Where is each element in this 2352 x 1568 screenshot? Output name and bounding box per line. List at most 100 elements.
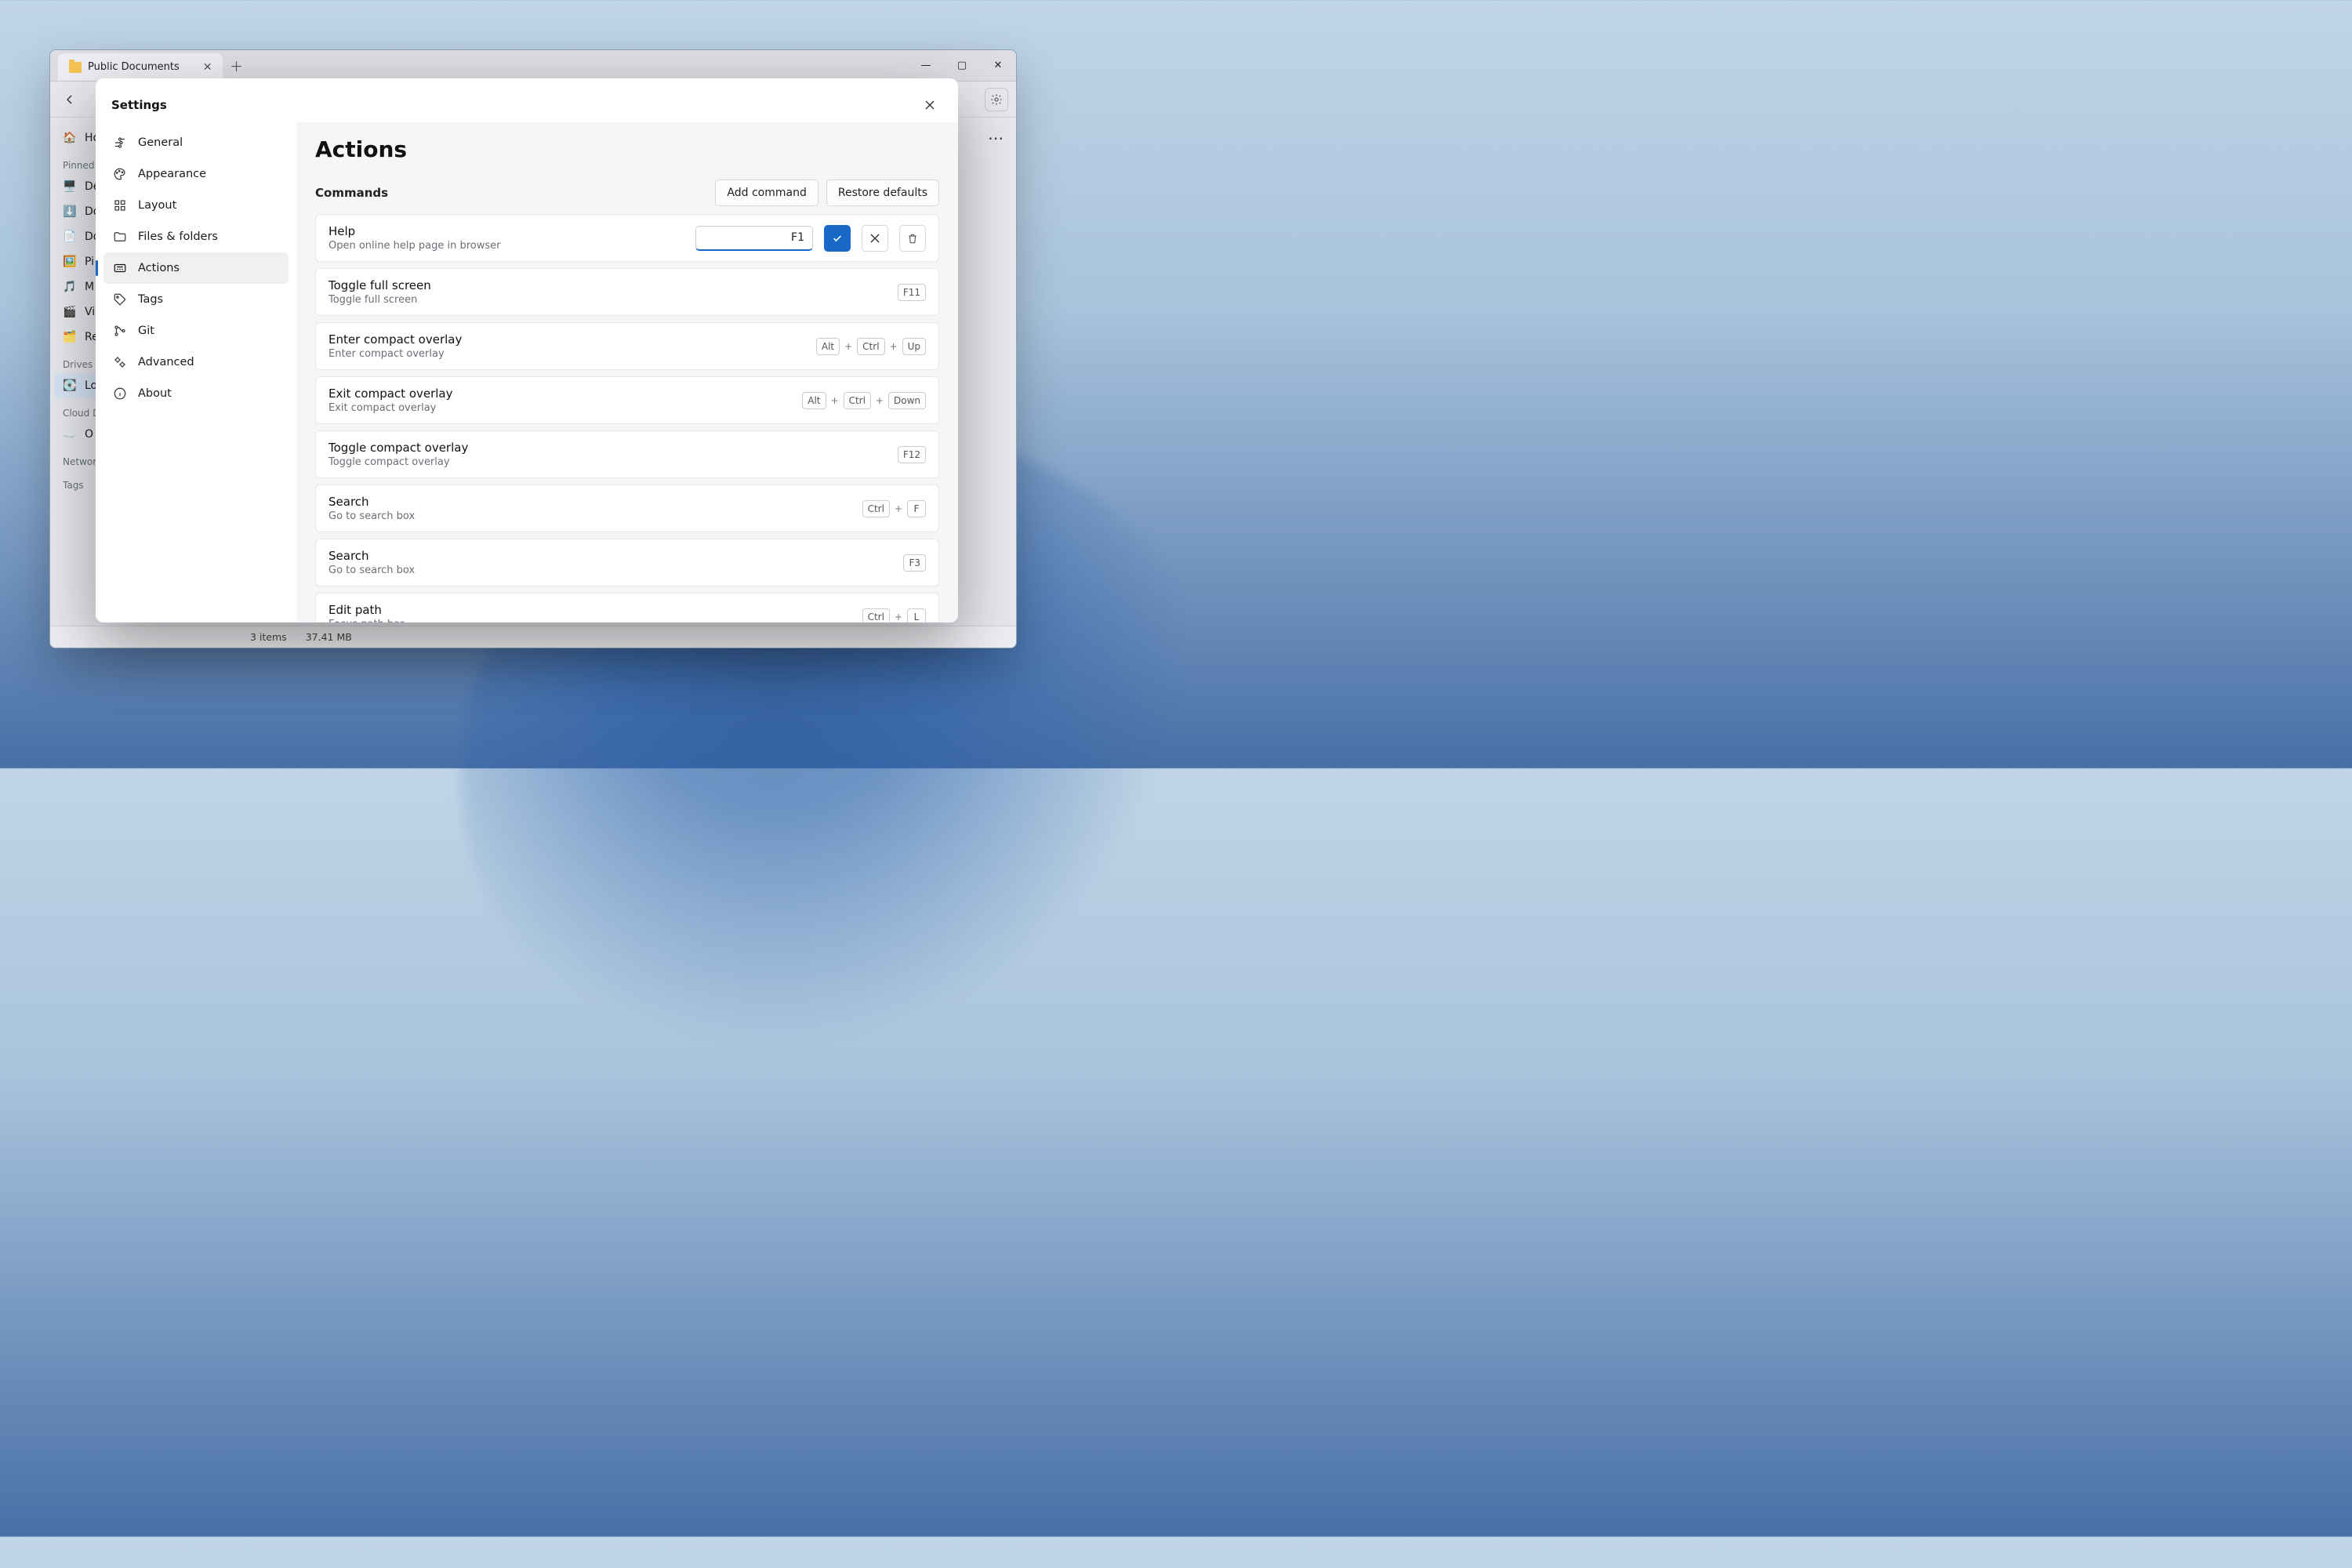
shortcut-keys: F3: [903, 554, 926, 572]
nav-item-advanced[interactable]: Advanced: [103, 347, 289, 378]
nav-item-git[interactable]: Git: [103, 315, 289, 347]
pinned-item-icon: 🎵: [63, 280, 77, 294]
command-desc: Enter compact overlay: [328, 348, 805, 360]
key-badge: Up: [902, 338, 926, 355]
advanced-icon: [113, 355, 127, 369]
command-row[interactable]: SearchGo to search boxF3: [315, 539, 939, 586]
titlebar: Public Documents ✕ ＋ — ▢ ✕: [50, 50, 1016, 82]
command-row[interactable]: Toggle compact overlayToggle compact ove…: [315, 430, 939, 478]
pinned-item-icon: 🗂️: [63, 330, 77, 344]
key-badge: F: [907, 500, 926, 517]
nav-item-general[interactable]: General: [103, 127, 289, 158]
new-tab-button[interactable]: ＋: [223, 50, 249, 81]
nav-item-label: Files & folders: [138, 230, 218, 243]
key-badge: F3: [903, 554, 926, 572]
status-bar: 3 items 37.41 MB: [50, 626, 1016, 648]
key-badge: Ctrl: [862, 608, 890, 623]
appearance-icon: [113, 167, 127, 181]
key-badge: Ctrl: [857, 338, 884, 355]
command-title: Enter compact overlay: [328, 332, 805, 347]
cancel-shortcut-button[interactable]: [862, 225, 888, 252]
command-title: Edit path: [328, 603, 851, 617]
nav-item-actions[interactable]: Actions: [103, 252, 289, 284]
pinned-item-icon: 🖥️: [63, 180, 77, 194]
cloud-icon: ☁️: [63, 427, 77, 441]
nav-item-label: Advanced: [138, 356, 194, 368]
add-command-button[interactable]: Add command: [715, 180, 818, 206]
nav-item-label: Actions: [138, 262, 180, 274]
files-icon: [113, 230, 127, 244]
restore-defaults-button[interactable]: Restore defaults: [826, 180, 939, 206]
command-row[interactable]: Help Open online help page in browser: [315, 214, 939, 262]
shortcut-keys: Ctrl+F: [862, 500, 926, 517]
shortcut-keys: Alt+Ctrl+Down: [802, 392, 926, 409]
settings-nav: General Appearance Layout Files & folders Ac…: [96, 122, 296, 622]
section-label-commands: Commands: [315, 186, 388, 200]
status-size: 37.41 MB: [306, 631, 352, 643]
settings-dialog: Settings General Appearance Layout Files & …: [96, 78, 958, 622]
command-title: Search: [328, 495, 851, 509]
settings-content: Actions Commands Add command Restore def…: [296, 122, 958, 622]
command-desc: Open online help page in browser: [328, 240, 684, 252]
command-row[interactable]: Edit pathFocus path barCtrl+L: [315, 593, 939, 622]
command-row[interactable]: Enter compact overlayEnter compact overl…: [315, 322, 939, 370]
home-icon: 🏠: [63, 131, 77, 145]
settings-gear-icon[interactable]: [985, 88, 1008, 111]
nav-item-layout[interactable]: Layout: [103, 190, 289, 221]
command-title: Help: [328, 224, 684, 238]
key-badge: F11: [898, 284, 926, 301]
command-row[interactable]: Toggle full screenToggle full screenF11: [315, 268, 939, 316]
git-icon: [113, 324, 127, 338]
nav-item-about[interactable]: About: [103, 378, 289, 409]
nav-item-label: Tags: [138, 293, 163, 306]
page-title: Actions: [315, 136, 939, 162]
dialog-title: Settings: [111, 98, 167, 112]
more-menu-icon[interactable]: ⋯: [988, 129, 1004, 147]
nav-item-label: Appearance: [138, 168, 206, 180]
tab-close-icon[interactable]: ✕: [203, 61, 212, 74]
nav-item-appearance[interactable]: Appearance: [103, 158, 289, 190]
nav-item-tags[interactable]: Tags: [103, 284, 289, 315]
layout-icon: [113, 198, 127, 212]
tab-public-documents[interactable]: Public Documents ✕: [58, 53, 223, 81]
nav-item-label: Git: [138, 325, 154, 337]
shortcut-keys: F12: [898, 446, 926, 463]
key-badge: Ctrl: [862, 500, 890, 517]
pinned-item-icon: 🎬: [63, 305, 77, 319]
tab-label: Public Documents: [88, 61, 180, 73]
window-controls: — ▢ ✕: [908, 50, 1016, 81]
dialog-close-button[interactable]: [917, 93, 942, 118]
pinned-item-icon: 📄: [63, 230, 77, 244]
drive-icon: 💽: [63, 379, 77, 393]
pinned-item-icon: 🖼️: [63, 255, 77, 269]
command-desc: Toggle compact overlay: [328, 456, 887, 468]
confirm-shortcut-button[interactable]: [824, 225, 851, 252]
minimize-button[interactable]: —: [908, 50, 944, 81]
delete-command-button[interactable]: [899, 225, 926, 252]
command-row[interactable]: Exit compact overlayExit compact overlay…: [315, 376, 939, 424]
nav-item-label: About: [138, 387, 172, 400]
command-desc: Go to search box: [328, 564, 892, 576]
nav-item-files[interactable]: Files & folders: [103, 221, 289, 252]
key-badge: Down: [888, 392, 926, 409]
folder-icon: [69, 62, 82, 73]
about-icon: [113, 387, 127, 401]
actions-icon: [113, 261, 127, 275]
key-badge: Alt: [802, 392, 826, 409]
pinned-item-icon: ⬇️: [63, 205, 77, 219]
command-title: Toggle compact overlay: [328, 441, 887, 455]
command-title: Toggle full screen: [328, 278, 887, 292]
key-badge: F12: [898, 446, 926, 463]
tags-icon: [113, 292, 127, 307]
back-button[interactable]: [58, 88, 82, 111]
shortcut-keys: Alt+Ctrl+Up: [816, 338, 926, 355]
command-desc: Exit compact overlay: [328, 402, 791, 414]
command-row[interactable]: SearchGo to search box Ctrl+F: [315, 485, 939, 532]
status-item-count: 3 items: [250, 631, 287, 643]
command-desc: Go to search box: [328, 510, 851, 522]
maximize-button[interactable]: ▢: [944, 50, 980, 81]
close-window-button[interactable]: ✕: [980, 50, 1016, 81]
shortcut-input[interactable]: [695, 226, 813, 251]
key-badge: L: [907, 608, 926, 623]
key-badge: Ctrl: [844, 392, 871, 409]
